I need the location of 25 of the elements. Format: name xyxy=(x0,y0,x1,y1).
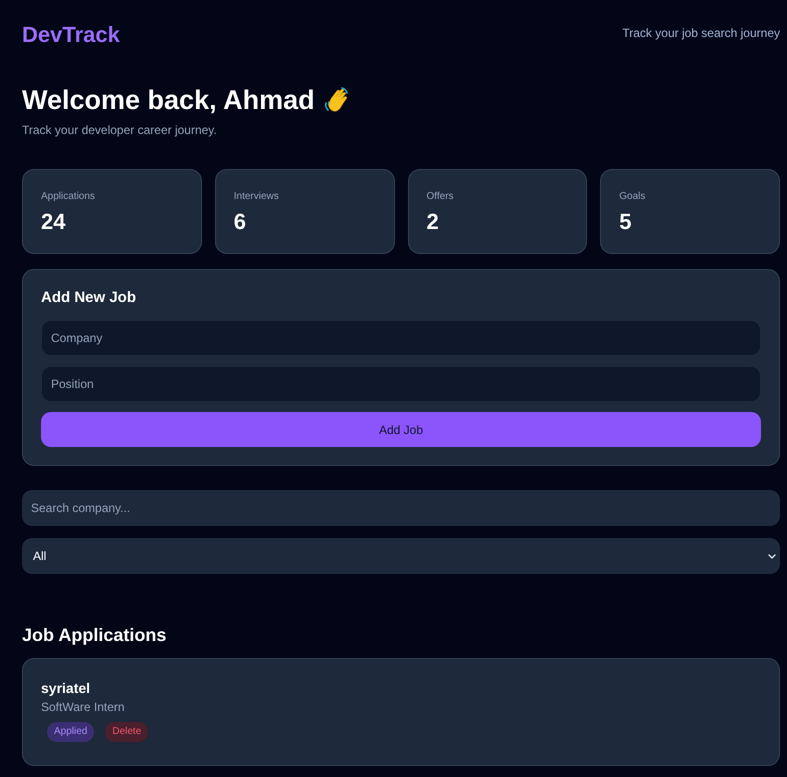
input-field[interactable]: Company xyxy=(41,320,761,356)
app-logo: DevTrack xyxy=(22,22,120,48)
input-field[interactable]: Position xyxy=(41,366,761,402)
welcome-heading: Welcome back, Ahmad xyxy=(22,84,315,117)
stat-value: 6 xyxy=(234,209,246,235)
waving-hand-icon xyxy=(322,86,351,114)
panel-title: Add New Job xyxy=(41,288,138,308)
stat-value: 2 xyxy=(426,209,439,235)
add-job-button[interactable]: Add Job xyxy=(41,412,761,447)
stat-value: 24 xyxy=(41,209,66,235)
search-field[interactable]: Search company... xyxy=(22,490,780,526)
stat-label: Applications xyxy=(41,190,95,204)
section-heading: Job Applications xyxy=(22,624,168,646)
stat-value: 5 xyxy=(619,209,632,235)
job-position: SoftWare Intern xyxy=(41,699,125,715)
status-badge: Applied xyxy=(47,722,94,742)
delete-button[interactable]: Delete xyxy=(105,722,148,742)
chevron-down-icon xyxy=(768,554,776,558)
header-tagline: Track your job search journey xyxy=(622,25,780,41)
stat-label: Offers xyxy=(426,190,454,204)
welcome-subtitle: Track your developer career journey. xyxy=(22,122,218,138)
stat-label: Goals xyxy=(619,190,646,204)
stat-label: Interviews xyxy=(234,190,279,204)
status-filter-dropdown[interactable]: All xyxy=(22,538,780,574)
company-name: syriatel xyxy=(41,679,90,697)
